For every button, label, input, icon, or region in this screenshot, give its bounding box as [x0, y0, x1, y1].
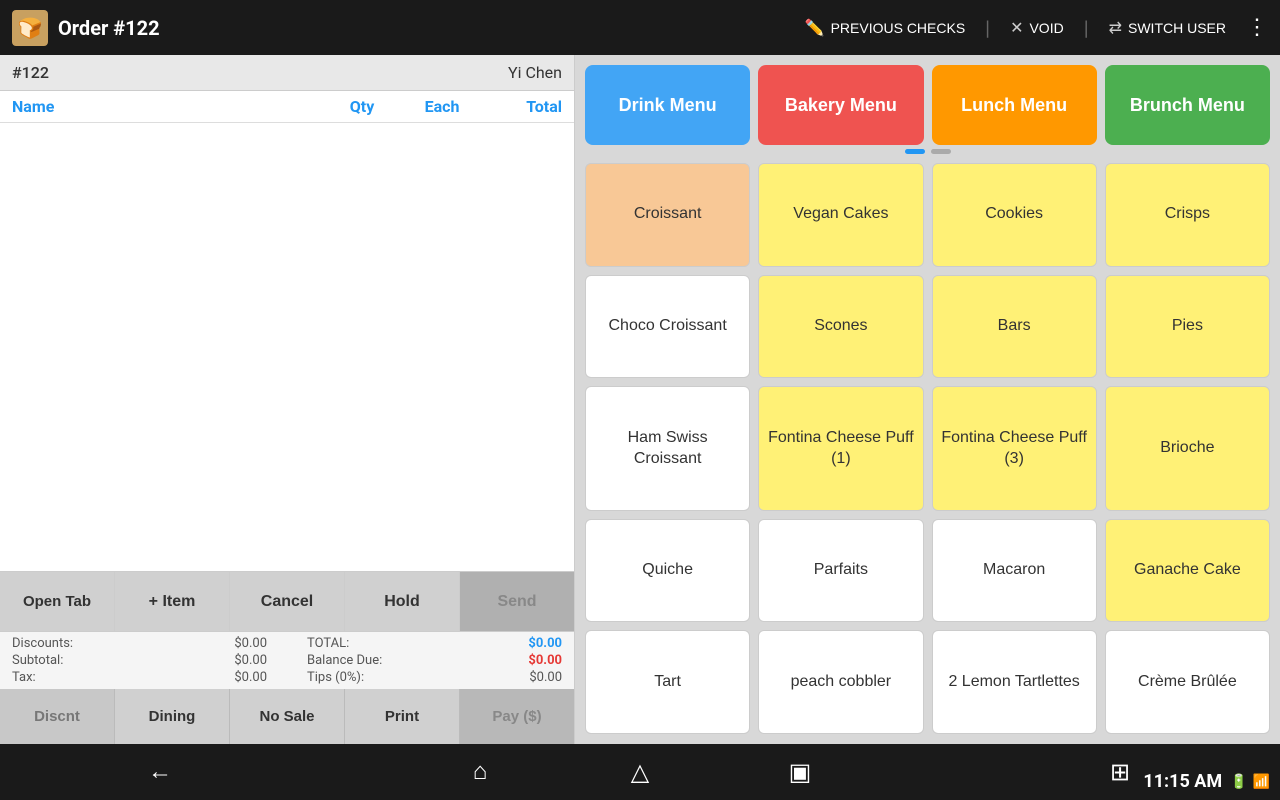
bottom-nav: ← ⌂ ▣ ⊞ △ 11:15 AM 🔋 📶: [0, 744, 1280, 800]
action-buttons: Open Tab + Item Cancel Hold Send: [0, 572, 574, 632]
status-icons: 🔋 📶: [1230, 774, 1270, 790]
menu-item-2[interactable]: Cookies: [932, 163, 1097, 267]
menu-item-5[interactable]: Scones: [758, 275, 923, 379]
x-icon: ✕: [1010, 18, 1023, 38]
menu-item-15[interactable]: Ganache Cake: [1105, 519, 1270, 623]
col-name-header: Name: [12, 97, 322, 116]
up-icon: △: [631, 758, 649, 787]
no-sale-button[interactable]: No Sale: [230, 689, 345, 744]
order-totals: Discounts: $0.00 Subtotal: $0.00 Tax: $0…: [0, 632, 574, 689]
back-nav-button[interactable]: ←: [135, 750, 185, 794]
order-number: #122: [12, 63, 49, 82]
menu-item-10[interactable]: Fontina Cheese Puff (3): [932, 386, 1097, 510]
bakery-menu-tab[interactable]: Bakery Menu: [758, 65, 923, 145]
cancel-button[interactable]: Cancel: [230, 572, 345, 631]
left-panel: #122 Yi Chen Name Qty Each Total Open Ta…: [0, 55, 575, 744]
menu-item-8[interactable]: Ham Swiss Croissant: [585, 386, 750, 510]
previous-checks-button[interactable]: ✏️ PREVIOUS CHECKS: [805, 18, 966, 38]
top-bar: 🍞 Order #122 ✏️ PREVIOUS CHECKS | ✕ VOID…: [0, 0, 1280, 55]
menu-item-12[interactable]: Quiche: [585, 519, 750, 623]
menu-item-9[interactable]: Fontina Cheese Puff (1): [758, 386, 923, 510]
home-nav-button[interactable]: ⌂: [455, 750, 505, 794]
print-button[interactable]: Print: [345, 689, 460, 744]
totals-right-col: TOTAL: $0.00 Balance Due: $0.00 Tips (0%…: [287, 636, 562, 685]
col-each-header: Each: [402, 97, 482, 116]
order-header: #122 Yi Chen: [0, 55, 574, 91]
more-options-icon[interactable]: ⋮: [1246, 15, 1268, 40]
menu-item-0[interactable]: Croissant: [585, 163, 750, 267]
add-item-button[interactable]: + Item: [115, 572, 230, 631]
menu-item-16[interactable]: Tart: [585, 630, 750, 734]
menu-item-6[interactable]: Bars: [932, 275, 1097, 379]
time-display: 11:15 AM: [1143, 771, 1222, 792]
switch-user-button[interactable]: ⇄ SWITCH USER: [1109, 18, 1226, 38]
menu-item-7[interactable]: Pies: [1105, 275, 1270, 379]
menu-item-11[interactable]: Brioche: [1105, 386, 1270, 510]
menu-item-4[interactable]: Choco Croissant: [585, 275, 750, 379]
menu-item-17[interactable]: peach cobbler: [758, 630, 923, 734]
top-bar-right: ✏️ PREVIOUS CHECKS | ✕ VOID | ⇄ SWITCH U…: [805, 0, 1268, 55]
tax-row: Tax: $0.00: [12, 670, 287, 685]
menu-item-13[interactable]: Parfaits: [758, 519, 923, 623]
home-icon: ⌂: [473, 758, 488, 786]
open-tab-button[interactable]: Open Tab: [0, 572, 115, 631]
order-title: Order #122: [58, 16, 160, 40]
pencil-icon: ✏️: [805, 18, 825, 38]
menu-tabs: Drink Menu Bakery Menu Lunch Menu Brunch…: [585, 65, 1270, 145]
pay-button[interactable]: Pay ($): [460, 689, 574, 744]
brunch-menu-tab[interactable]: Brunch Menu: [1105, 65, 1270, 145]
switch-icon: ⇄: [1109, 18, 1122, 38]
menu-item-18[interactable]: 2 Lemon Tartlettes: [932, 630, 1097, 734]
tips-row: Tips (0%): $0.00: [287, 670, 562, 685]
scan-icon: ⊞: [1110, 758, 1130, 787]
divider2: |: [1084, 16, 1089, 40]
menu-item-14[interactable]: Macaron: [932, 519, 1097, 623]
send-button[interactable]: Send: [460, 572, 574, 631]
hold-button[interactable]: Hold: [345, 572, 460, 631]
menu-item-3[interactable]: Crisps: [1105, 163, 1270, 267]
main-layout: #122 Yi Chen Name Qty Each Total Open Ta…: [0, 55, 1280, 744]
drink-menu-tab[interactable]: Drink Menu: [585, 65, 750, 145]
top-bar-left: 🍞 Order #122: [12, 10, 160, 46]
tab-dot-1: [905, 149, 925, 154]
bottom-buttons: Discnt Dining No Sale Print Pay ($): [0, 689, 574, 744]
col-qty-header: Qty: [322, 97, 402, 116]
menu-item-19[interactable]: Crème Brûlée: [1105, 630, 1270, 734]
discnt-button[interactable]: Discnt: [0, 689, 115, 744]
recents-nav-button[interactable]: ▣: [775, 750, 825, 794]
app-logo: 🍞: [12, 10, 48, 46]
customer-name: Yi Chen: [508, 63, 562, 82]
dining-button[interactable]: Dining: [115, 689, 230, 744]
battery-icon: 🔋: [1230, 774, 1247, 790]
void-button[interactable]: ✕ VOID: [1010, 18, 1064, 38]
recents-icon: ▣: [789, 758, 812, 787]
menu-item-1[interactable]: Vegan Cakes: [758, 163, 923, 267]
divider1: |: [985, 16, 990, 40]
tab-indicators: [585, 149, 1270, 155]
totals-left-col: Discounts: $0.00 Subtotal: $0.00 Tax: $0…: [12, 636, 287, 685]
subtotal-row: Subtotal: $0.00: [12, 653, 287, 668]
col-total-header: Total: [482, 97, 562, 116]
wifi-icon: 📶: [1253, 774, 1270, 790]
status-bar: 11:15 AM 🔋 📶: [1143, 771, 1270, 792]
menu-grid: CroissantVegan CakesCookiesCrisps Choco C…: [585, 163, 1270, 734]
up-nav-button[interactable]: △: [615, 750, 665, 794]
total-row: TOTAL: $0.00: [287, 636, 562, 651]
back-icon: ←: [148, 758, 172, 786]
right-panel: Drink Menu Bakery Menu Lunch Menu Brunch…: [575, 55, 1280, 744]
tab-dot-2: [931, 149, 951, 154]
lunch-menu-tab[interactable]: Lunch Menu: [932, 65, 1097, 145]
order-columns-header: Name Qty Each Total: [0, 91, 574, 123]
scan-nav-button[interactable]: ⊞: [1095, 750, 1145, 794]
order-items-area: [0, 123, 574, 572]
discounts-row: Discounts: $0.00: [12, 636, 287, 651]
balance-row: Balance Due: $0.00: [287, 653, 562, 668]
